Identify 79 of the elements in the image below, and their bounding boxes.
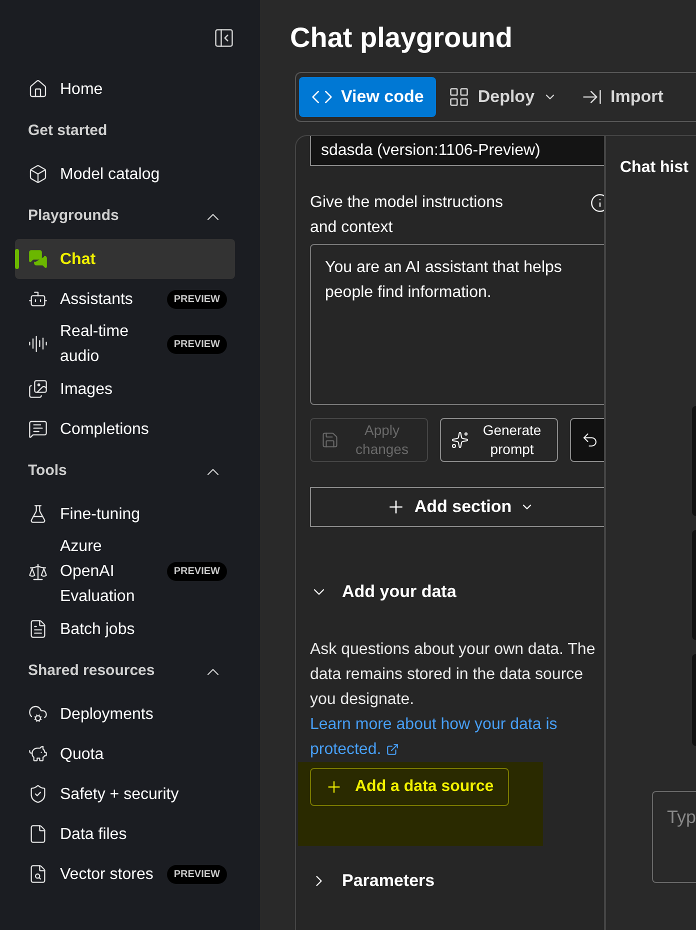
shield-check-icon bbox=[28, 784, 48, 804]
nav-item[interactable]: Vector stores PREVIEW bbox=[15, 854, 235, 894]
section-toggle[interactable]: Add your data bbox=[310, 577, 604, 607]
nav-item[interactable]: Chat bbox=[15, 239, 235, 279]
nav-label: Real-time audio bbox=[60, 322, 130, 367]
instructions-textarea[interactable]: You are an AI assistant that helps people find information. bbox=[310, 244, 604, 405]
nav-item[interactable]: Fine-tuning bbox=[15, 494, 235, 534]
toolbar-button[interactable]: Deploy bbox=[436, 77, 569, 117]
add-section-button[interactable]: Add section bbox=[310, 487, 604, 527]
section-heading: Shared resources bbox=[28, 661, 155, 682]
learn-more-link[interactable]: Learn more about how your data is protected. bbox=[310, 712, 604, 762]
section-heading: Playgrounds bbox=[28, 206, 119, 226]
nav-item[interactable]: Images bbox=[15, 369, 235, 409]
prompt-button[interactable]: Generate prompt bbox=[440, 418, 558, 462]
home-icon bbox=[28, 79, 48, 99]
add-data-source-button[interactable]: Add a data source bbox=[310, 768, 509, 806]
nav-item[interactable]: Assistants PREVIEW bbox=[15, 279, 235, 319]
nav-label: Home bbox=[60, 80, 104, 100]
nav-item[interactable]: Data files bbox=[15, 814, 235, 854]
plus-icon bbox=[325, 778, 343, 796]
preview-badge: PREVIEW bbox=[166, 334, 227, 354]
section-heading: Get started bbox=[28, 121, 108, 142]
nav-label: Images bbox=[60, 380, 114, 400]
page-title: Chat playground bbox=[290, 21, 514, 55]
nav-label: Azure OpenAI Evaluation bbox=[60, 537, 136, 607]
nav-label: Chat bbox=[60, 250, 97, 270]
file-icon bbox=[28, 824, 48, 844]
nav-item[interactable]: Azure OpenAI Evaluation PREVIEW bbox=[15, 534, 235, 609]
nav-label: Deployments bbox=[60, 704, 154, 724]
cube-icon bbox=[28, 164, 48, 184]
scale-icon bbox=[28, 562, 48, 582]
chat-bubbles-icon bbox=[28, 249, 48, 269]
nav-item[interactable]: Deployments bbox=[15, 694, 235, 734]
nav-label: Quota bbox=[60, 744, 105, 764]
section-toggle[interactable]: Parameters bbox=[310, 866, 604, 896]
images-icon bbox=[28, 379, 48, 399]
grid-icon bbox=[448, 86, 470, 108]
nav-label: Safety + security bbox=[60, 784, 180, 804]
nav-item[interactable]: Completions bbox=[15, 409, 235, 449]
nav-label: Fine-tuning bbox=[60, 504, 142, 524]
message-icon bbox=[28, 419, 48, 439]
collapse-sidebar-icon[interactable] bbox=[213, 27, 235, 49]
nav-label: Assistants bbox=[60, 290, 134, 310]
section-description: Ask questions about your own data. The data remains stored in the data source you designate. bbox=[310, 640, 596, 710]
selection-bar bbox=[15, 249, 19, 269]
toolbar-button[interactable]: Import bbox=[568, 77, 676, 117]
nav-item[interactable]: Safety + security bbox=[15, 774, 235, 814]
nav-label: Completions bbox=[60, 420, 150, 440]
info-icon[interactable] bbox=[590, 193, 604, 213]
chat-input[interactable]: Typ bbox=[652, 791, 696, 883]
preview-badge: PREVIEW bbox=[166, 290, 227, 308]
file-search-icon bbox=[28, 864, 48, 884]
nav-label: Data files bbox=[60, 824, 128, 844]
save-icon bbox=[321, 431, 339, 449]
deployment-field[interactable]: sdasda (version:1106-Preview) bbox=[310, 136, 604, 166]
nav-item[interactable]: Batch jobs bbox=[15, 609, 235, 649]
nav-item[interactable]: Real-time audio PREVIEW bbox=[15, 319, 235, 369]
chat-history-title: Chat hist bbox=[620, 158, 690, 178]
view-code-button[interactable]: View code bbox=[299, 77, 436, 117]
document-icon bbox=[28, 619, 48, 639]
flask-icon bbox=[28, 504, 48, 524]
audio-wave-icon bbox=[28, 334, 48, 354]
nav-label: Vector stores bbox=[60, 864, 154, 884]
section-heading: Tools bbox=[28, 461, 67, 482]
nav-label: Model catalog bbox=[60, 164, 161, 184]
undo-button[interactable] bbox=[570, 418, 604, 462]
instructions-label: Give the model instructions and context bbox=[310, 193, 504, 238]
undo-icon bbox=[581, 431, 599, 449]
external-link-icon bbox=[386, 743, 399, 756]
robot-icon bbox=[28, 289, 48, 309]
cloud-icon bbox=[28, 704, 48, 724]
nav-item[interactable]: Quota bbox=[15, 734, 235, 774]
preview-badge: PREVIEW bbox=[166, 562, 227, 581]
piggy-bank-icon bbox=[28, 744, 48, 764]
nav-item[interactable]: Home bbox=[15, 69, 235, 109]
nav-label: Batch jobs bbox=[60, 620, 136, 640]
nav-item[interactable]: Model catalog bbox=[15, 154, 235, 194]
sparkle-icon bbox=[451, 431, 469, 449]
preview-badge: PREVIEW bbox=[166, 864, 227, 884]
